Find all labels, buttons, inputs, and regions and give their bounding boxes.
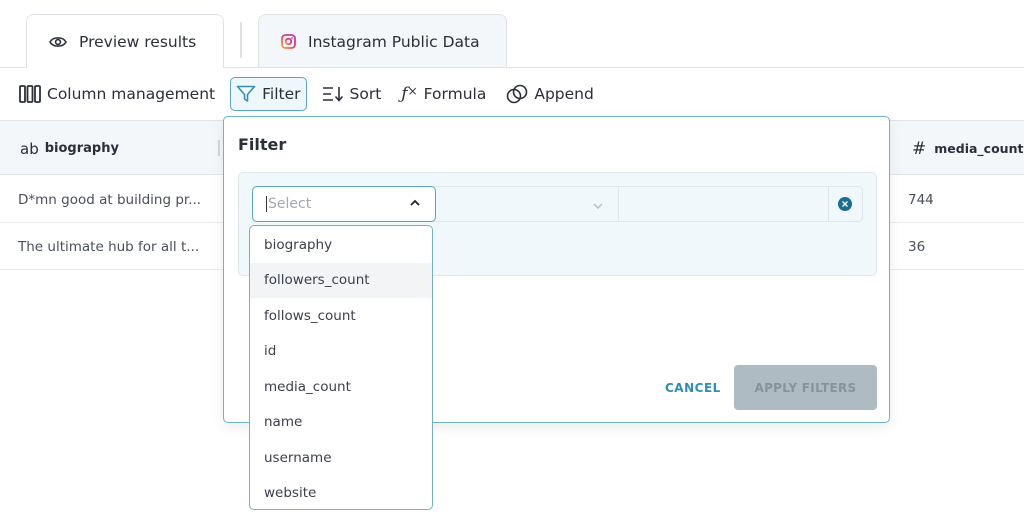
column-name: biography bbox=[44, 141, 119, 156]
sort-icon bbox=[322, 86, 344, 102]
cell-biography: D*mn good at building pr... bbox=[18, 191, 202, 208]
tab-label: Preview results bbox=[79, 32, 197, 51]
dropdown-option-name[interactable]: name bbox=[250, 405, 432, 441]
column-header-biography[interactable]: ab biography bbox=[20, 121, 119, 176]
dropdown-option-website[interactable]: website bbox=[250, 476, 432, 512]
chevron-down-icon bbox=[592, 197, 604, 216]
tab-instagram-public-data[interactable]: Instagram Public Data bbox=[258, 14, 507, 68]
formula-label: Formula bbox=[423, 85, 487, 103]
field-select[interactable]: Select bbox=[252, 186, 436, 222]
dropdown-option-username[interactable]: username bbox=[250, 440, 432, 476]
append-label: Append bbox=[534, 85, 594, 103]
append-button[interactable]: Append bbox=[501, 77, 598, 111]
dropdown-option-biography[interactable]: biography bbox=[250, 227, 432, 263]
cancel-button[interactable]: CANCEL bbox=[665, 381, 721, 395]
chevron-up-icon bbox=[409, 197, 421, 213]
sort-label: Sort bbox=[349, 85, 382, 103]
filter-button[interactable]: Filter bbox=[230, 77, 307, 111]
filter-panel-title: Filter bbox=[238, 135, 287, 154]
eye-icon bbox=[49, 35, 67, 49]
tab-preview-results[interactable]: Preview results bbox=[26, 14, 224, 68]
text-type-icon: ab bbox=[20, 139, 39, 158]
operator-select[interactable] bbox=[436, 187, 619, 221]
filter-label: Filter bbox=[262, 85, 301, 103]
cell-biography: The ultimate hub for all t... bbox=[18, 238, 200, 255]
field-dropdown-menu: biography followers_count follows_count … bbox=[249, 225, 433, 510]
dropdown-option-id[interactable]: id bbox=[250, 334, 432, 370]
close-icon bbox=[842, 201, 848, 207]
function-icon: ƒ × bbox=[401, 84, 418, 104]
text-cursor bbox=[266, 196, 267, 212]
remove-condition-button[interactable] bbox=[838, 197, 852, 211]
cell-media-count: 744 bbox=[908, 191, 934, 208]
column-management-label: Column management bbox=[47, 85, 216, 103]
number-type-icon: # bbox=[912, 138, 927, 159]
column-management-button[interactable]: Column management bbox=[14, 77, 220, 111]
dropdown-option-media-count[interactable]: media_count bbox=[250, 369, 432, 405]
tab-bar: Preview results Instagram Public Data bbox=[26, 14, 507, 68]
tab-divider bbox=[240, 22, 242, 58]
column-name: media_count bbox=[934, 141, 1024, 156]
dropdown-option-follows-count[interactable]: follows_count bbox=[250, 298, 432, 334]
column-header-media-count[interactable]: # media_count bbox=[912, 121, 1023, 176]
column-resize-handle[interactable] bbox=[218, 140, 220, 156]
sort-button[interactable]: Sort bbox=[317, 77, 387, 111]
append-icon bbox=[506, 84, 528, 104]
columns-icon bbox=[19, 85, 41, 103]
instagram-icon bbox=[281, 34, 296, 49]
tab-label: Instagram Public Data bbox=[308, 32, 480, 51]
cell-media-count: 36 bbox=[908, 238, 926, 255]
formula-button[interactable]: ƒ × Formula bbox=[396, 77, 491, 111]
value-input[interactable] bbox=[619, 187, 829, 221]
funnel-icon bbox=[236, 85, 256, 103]
apply-filters-button[interactable]: APPLY FILTERS bbox=[734, 365, 877, 410]
toolbar: Column management Filter Sort ƒ × Formula… bbox=[14, 77, 609, 111]
dropdown-option-followers-count[interactable]: followers_count bbox=[250, 262, 432, 298]
field-select-placeholder: Select bbox=[268, 196, 312, 212]
filter-condition-row: Select bbox=[252, 186, 863, 222]
